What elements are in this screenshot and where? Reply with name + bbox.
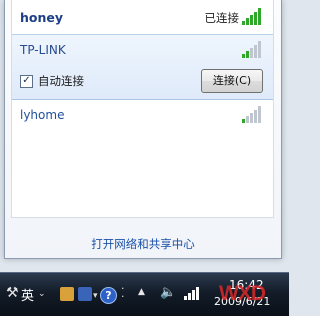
signal-strength-icon [242, 106, 261, 123]
open-network-sharing-center-link[interactable]: 打开网络和共享中心 [5, 236, 281, 252]
watermark-logo: WXD [219, 282, 266, 305]
network-item-tp-link[interactable]: TP-LINK ✓ 自动连接 连接(C) [12, 34, 273, 100]
network-name: TP-LINK [20, 43, 66, 57]
network-name: honey [20, 10, 64, 25]
volume-icon[interactable]: 🔈 [160, 285, 176, 300]
auto-connect-checkbox[interactable]: ✓ [20, 74, 33, 88]
wireless-network-icon[interactable] [184, 285, 202, 300]
network-item-lyhome[interactable]: lyhome [12, 98, 273, 132]
ime-toolbar-icon[interactable] [60, 287, 74, 301]
signal-strength-icon [242, 8, 261, 25]
ime-language-label[interactable]: 英 [21, 285, 34, 304]
auto-connect-label: 自动连接 [38, 74, 84, 88]
network-item-honey[interactable]: honey 已连接 [12, 0, 273, 35]
auto-connect-option[interactable]: ✓ 自动连接 [20, 73, 84, 89]
wifi-flyout-panel: honey 已连接 TP-LINK ✓ 自动连接 连接(C) lyhome 打开… [4, 0, 282, 259]
ime-pad-icon[interactable] [78, 287, 92, 301]
ime-mode-icon[interactable]: ⚒ [6, 285, 19, 301]
network-name: lyhome [20, 108, 65, 122]
connection-status: 已连接 [204, 11, 240, 25]
toolbar-overflow-icon[interactable]: · · [121, 283, 125, 302]
help-icon[interactable]: ? [100, 287, 117, 304]
toolbar-options-arrow-icon[interactable]: ▾ [93, 291, 98, 301]
show-hidden-icons-icon[interactable]: ▲ [138, 287, 145, 297]
ime-menu-arrow-icon[interactable]: ⌄ [38, 289, 46, 299]
signal-strength-icon [242, 41, 261, 58]
connect-button[interactable]: 连接(C) [201, 69, 263, 93]
network-list: honey 已连接 TP-LINK ✓ 自动连接 连接(C) lyhome [11, 0, 274, 218]
